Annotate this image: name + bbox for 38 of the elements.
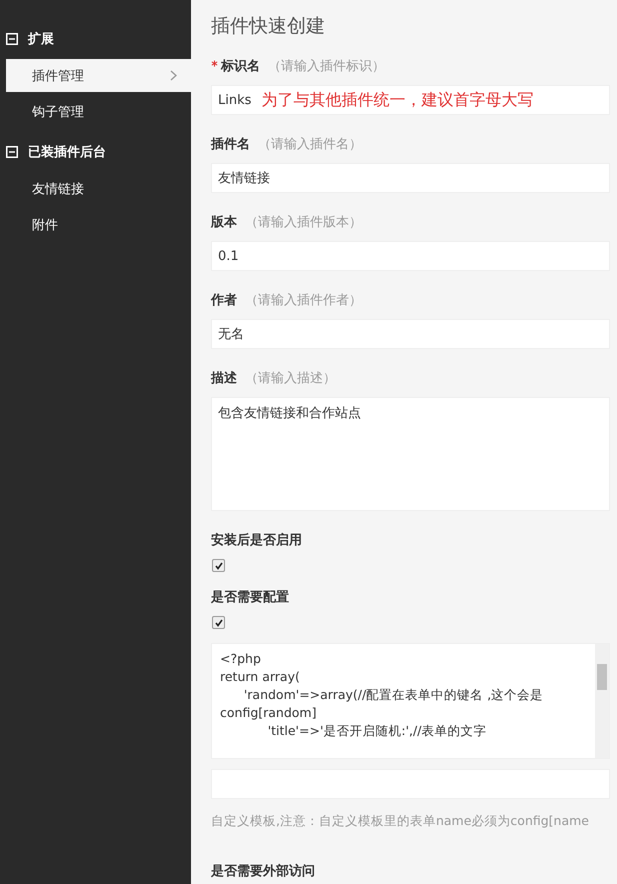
field-label: 是否需要配置 (211, 588, 289, 606)
field-label: 版本 (211, 214, 237, 230)
field-label: 作者 (211, 292, 237, 308)
sidebar-item[interactable]: 附件 (6, 208, 191, 241)
field-hint: （请输入插件版本） (245, 214, 362, 230)
scrollbar[interactable] (595, 644, 609, 758)
field-hint: （请输入插件名） (258, 136, 362, 152)
field-label: 安装后是否启用 (211, 532, 302, 548)
field-label: 插件名 (211, 136, 250, 152)
field-value: 0.1 (218, 248, 239, 264)
collapse-icon[interactable] (6, 146, 18, 158)
input-field[interactable]: 0.1 (211, 241, 610, 271)
field-label: 描述 (211, 370, 237, 386)
input-field[interactable]: 无名 (211, 319, 610, 349)
annotation-text: 为了与其他插件统一，建议首字母大写 (261, 90, 534, 110)
field-value: 无名 (218, 326, 244, 343)
sidebar-item[interactable]: 钩子管理 (6, 95, 191, 128)
collapse-icon[interactable] (6, 33, 18, 45)
sidebar-item[interactable]: 插件管理 (6, 59, 191, 92)
chevron-icon (170, 70, 177, 81)
field-hint: （请输入插件标识） (268, 58, 385, 74)
field-value: Links (218, 92, 252, 108)
sidebar-item[interactable]: 友情链接 (6, 172, 191, 205)
input-field[interactable]: 友情链接 (211, 163, 610, 193)
field-label: 标识名 (221, 58, 260, 74)
code-editor[interactable]: <?php return array( 'random'=>array(//配置在表单中的键名 ,这个会是config[random] 'title'=>'是否开启随机:',//表单的文字 (211, 643, 610, 759)
textarea-field[interactable]: 包含友情链接和合作站点 (211, 397, 610, 511)
help-text: 自定义模板,注意：自定义模板里的表单name必须为config[name (211, 813, 590, 830)
sidebar-section-title[interactable]: 扩展 (28, 30, 54, 48)
page-title: 插件快速创建 (211, 14, 326, 39)
field-label: 是否需要外部访问 (211, 862, 315, 880)
checkbox[interactable] (212, 616, 225, 629)
sidebar-section-title[interactable]: 已装插件后台 (28, 143, 106, 161)
field-value: 友情链接 (218, 170, 270, 187)
field-hint: （请输入插件作者） (245, 292, 362, 308)
field-hint: （请输入描述） (245, 370, 336, 386)
input-field[interactable]: Links 为了与其他插件统一，建议首字母大写 (211, 85, 610, 115)
checkbox[interactable] (212, 559, 225, 572)
